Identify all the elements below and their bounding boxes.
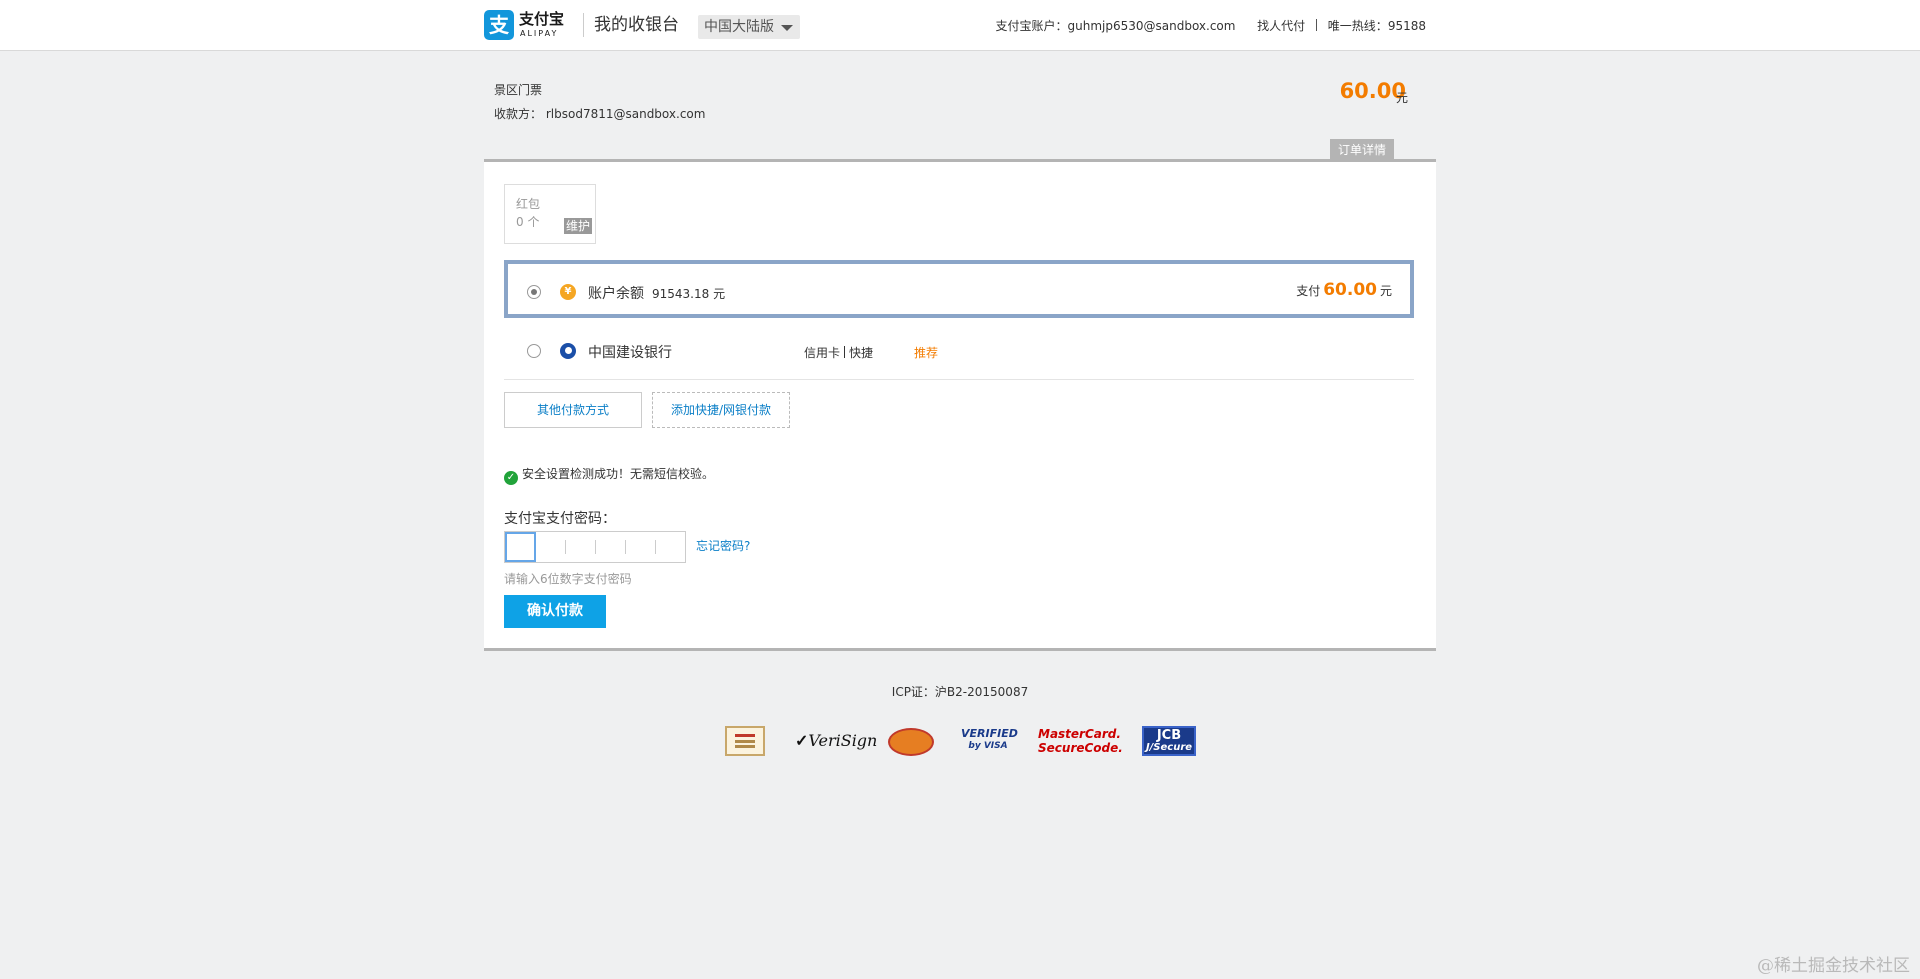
check-circle-icon: ✓ — [504, 471, 518, 485]
security-check-text: 安全设置检测成功！无需短信校验。 — [522, 467, 715, 481]
icp-certificate-icon[interactable] — [725, 726, 765, 756]
hotline-label: 唯一热线： — [1327, 19, 1388, 33]
logo-text-cn: 支付宝 — [519, 10, 565, 28]
forgot-password-link[interactable]: 忘记密码? — [696, 537, 750, 554]
logo-text-en: ALIPAY — [520, 29, 559, 38]
bank-tag-credit: 信用卡 — [804, 346, 841, 360]
top-bar-inner: 支 支付宝 ALIPAY 我的收银台 中国大陆版 支付宝账户：guhmjp653… — [484, 0, 1426, 51]
region-select[interactable]: 中国大陆版 — [698, 15, 800, 39]
bank-tags: 信用卡 快捷 — [804, 344, 873, 361]
alipay-logo-icon: 支 — [484, 10, 514, 40]
bank-tag-separator — [844, 346, 846, 358]
jcb-jsecure-logo[interactable]: JCB J/Secure — [1142, 726, 1196, 756]
header-account-info: 支付宝账户：guhmjp6530@sandbox.com 找人代付 唯一热线：9… — [995, 18, 1426, 34]
password-input[interactable] — [504, 531, 686, 563]
payment-card: 红包 0 个 维护 ¥ 账户余额 91543.18 元 支付 60.00 元 中国建… — [484, 159, 1436, 651]
order-payee: 收款方： rlbsod7811@sandbox.com — [494, 105, 705, 122]
verisign-text: VeriSign — [808, 731, 878, 750]
bank-tag-quick: 快捷 — [849, 346, 874, 360]
region-select-value: 中国大陆版 — [704, 19, 774, 35]
account-email: guhmjp6530@sandbox.com — [1067, 19, 1236, 33]
pay-unit: 元 — [1379, 284, 1392, 298]
red-packet-count: 0 个 — [516, 215, 540, 229]
mc-text-2: SecureCode. — [1038, 741, 1123, 755]
verisign-logo[interactable]: ✓VeriSign — [795, 724, 877, 758]
watermark: @稀土掘金技术社区 — [1757, 956, 1910, 976]
pay-label: 支付 — [1296, 284, 1321, 298]
jcb-text-1: JCB — [1156, 728, 1182, 743]
payment-option-balance[interactable]: ¥ 账户余额 91543.18 元 支付 60.00 元 — [504, 260, 1414, 318]
account-label: 支付宝账户： — [995, 19, 1068, 33]
red-packet-badge: 维护 — [564, 218, 593, 234]
security-check-message: ✓ 安全设置检测成功！无需短信校验。 — [504, 465, 714, 485]
alipay-logo[interactable]: 支 支付宝 ALIPAY — [484, 10, 574, 40]
caret-down-icon — [781, 25, 793, 31]
top-bar: 支 支付宝 ALIPAY 我的收银台 中国大陆版 支付宝账户：guhmjp653… — [0, 0, 1920, 51]
bank-radio[interactable] — [527, 344, 541, 358]
hotline-number: 95188 — [1387, 19, 1426, 33]
visa-text-1: VERIFIED — [961, 727, 1018, 740]
password-divider — [625, 540, 626, 554]
order-summary: 景区门票 收款方： rlbsod7811@sandbox.com 60.00 元… — [484, 51, 1436, 161]
password-divider — [595, 540, 596, 554]
jcb-text-2: J/Secure — [1145, 742, 1193, 753]
balance-value: 91543.18 元 — [652, 287, 726, 301]
password-divider — [655, 540, 656, 554]
page-title: 我的收银台 — [594, 15, 679, 35]
verified-by-visa-logo[interactable]: VERIFIED by VISA — [961, 724, 1018, 758]
bank-recommend-badge: 推荐 — [914, 346, 939, 360]
password-label: 支付宝支付密码： — [504, 511, 616, 527]
ccb-bank-icon — [560, 343, 576, 359]
payee-label: 收款方： — [494, 107, 543, 121]
add-payment-method-button[interactable]: 添加快捷/网银付款 — [652, 392, 790, 428]
balance-radio[interactable] — [527, 285, 541, 299]
red-packet-card[interactable]: 红包 0 个 维护 — [504, 184, 596, 244]
icp-license: ICP证：沪B2-20150087 — [891, 685, 1029, 699]
payment-option-bank[interactable]: 中国建设银行 信用卡 快捷 推荐 — [504, 322, 1414, 380]
balance-pay-amount: 支付 60.00 元 — [1296, 280, 1392, 300]
bank-name: 中国建设银行 — [588, 345, 672, 361]
payee-email: rlbsod7811@sandbox.com — [545, 107, 706, 121]
mc-text-1: MasterCard. — [1038, 727, 1121, 741]
header-divider — [583, 13, 584, 37]
find-proxy-link[interactable]: 找人代付 — [1257, 18, 1305, 34]
header-separator — [1315, 19, 1317, 31]
password-divider — [565, 540, 566, 554]
visa-text-2: by VISA — [968, 741, 1008, 751]
password-hint: 请输入6位数字支付密码 — [504, 572, 632, 586]
mastercard-securecode-logo[interactable]: MasterCard. SecureCode. — [1038, 724, 1123, 758]
red-packet-title: 红包 — [516, 197, 541, 211]
pay-amount: 60.00 — [1323, 280, 1377, 300]
password-cell-active[interactable] — [505, 532, 536, 562]
order-detail-button[interactable]: 订单详情 — [1330, 139, 1394, 161]
yuan-coin-icon: ¥ — [560, 284, 576, 300]
kuaiqian-seal-icon[interactable] — [888, 728, 934, 756]
confirm-payment-button[interactable]: 确认付款 — [504, 595, 606, 628]
order-name: 景区门票 — [494, 83, 543, 97]
other-payment-methods-button[interactable]: 其他付款方式 — [504, 392, 642, 428]
order-amount-unit: 元 — [1395, 91, 1408, 105]
balance-label: 账户余额 — [588, 286, 644, 302]
